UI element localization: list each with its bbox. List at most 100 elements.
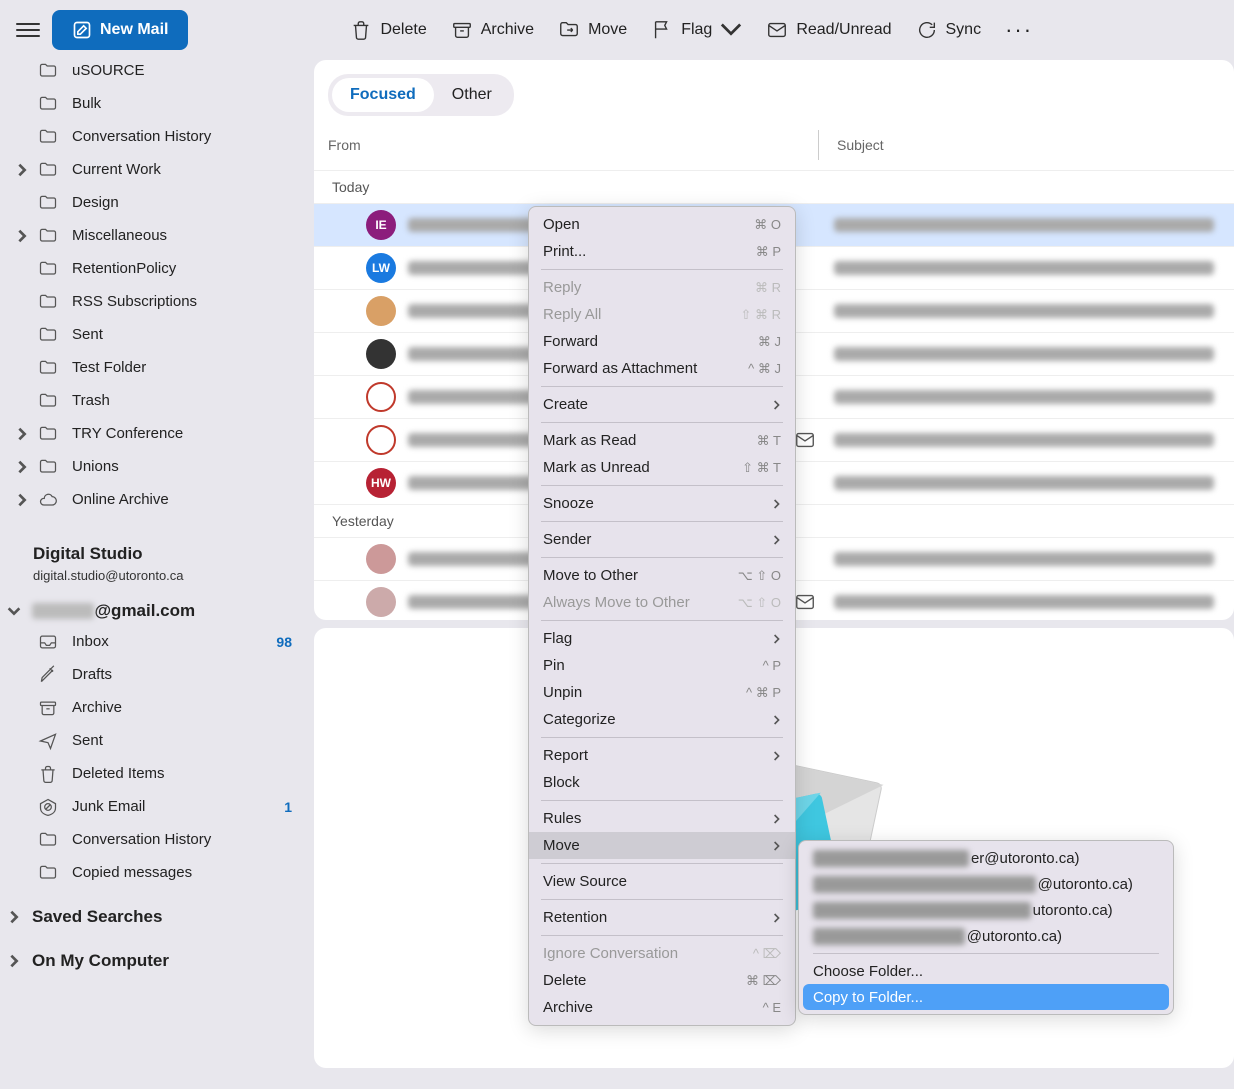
column-from[interactable]: From xyxy=(328,137,818,153)
envelope-open-icon[interactable] xyxy=(794,591,816,613)
menu-label: Mark as Read xyxy=(543,432,757,449)
unread-count: 1 xyxy=(284,799,292,815)
folder-online-archive[interactable]: Online Archive xyxy=(0,483,308,516)
saved-searches[interactable]: Saved Searches xyxy=(0,889,308,933)
read-unread-button[interactable]: Read/Unread xyxy=(766,19,891,41)
envelope-open-icon[interactable] xyxy=(794,429,816,451)
menu-print-[interactable]: Print...⌘ P xyxy=(529,238,795,265)
subject-obscured xyxy=(834,552,1214,566)
flag-icon xyxy=(651,19,673,41)
account-digital-studio[interactable]: Digital Studio digital.studio@utoronto.c… xyxy=(33,544,308,583)
chevron-right-icon xyxy=(773,633,781,645)
folder-conversation-history[interactable]: Conversation History xyxy=(0,823,308,856)
folder-trash[interactable]: Trash xyxy=(0,384,308,417)
menu-forward-as-attachment[interactable]: Forward as Attachment^ ⌘ J xyxy=(529,355,795,382)
folder-sent[interactable]: Sent xyxy=(0,318,308,351)
account-domain: @gmail.com xyxy=(94,601,195,621)
folder-label: Junk Email xyxy=(72,798,284,815)
menu-label: Sender xyxy=(543,531,773,548)
menu-flag[interactable]: Flag xyxy=(529,625,795,652)
move-button[interactable]: Move xyxy=(558,19,627,41)
folder-test-folder[interactable]: Test Folder xyxy=(0,351,308,384)
folder-rss-subscriptions[interactable]: RSS Subscriptions xyxy=(0,285,308,318)
menu-ignore-conversation: Ignore Conversation^ ⌦ xyxy=(529,940,795,967)
folder-bulk[interactable]: Bulk xyxy=(0,87,308,120)
menu-pin[interactable]: Pin^ P xyxy=(529,652,795,679)
folder-unions[interactable]: Unions xyxy=(0,450,308,483)
move-destination[interactable]: Redac redacted.redact@utoronto.ca) xyxy=(803,923,1169,949)
menu-label: Open xyxy=(543,216,754,233)
separator xyxy=(541,422,783,423)
shortcut: ⇧ ⌘ T xyxy=(742,460,781,476)
obscured-text: Redact redacted.redact xyxy=(813,850,969,867)
separator xyxy=(813,953,1159,954)
on-my-computer[interactable]: On My Computer xyxy=(0,933,308,977)
folder-retentionpolicy[interactable]: RetentionPolicy xyxy=(0,252,308,285)
menu-categorize[interactable]: Categorize xyxy=(529,706,795,733)
folder-usource[interactable]: uSOURCE xyxy=(0,54,308,87)
menu-view-source[interactable]: View Source xyxy=(529,868,795,895)
pivot-focused[interactable]: Focused xyxy=(332,78,434,112)
folder-deleted-items[interactable]: Deleted Items xyxy=(0,757,308,790)
menu-mark-as-read[interactable]: Mark as Read⌘ T xyxy=(529,427,795,454)
more-button[interactable]: ··· xyxy=(1005,17,1033,43)
folder-current-work[interactable]: Current Work xyxy=(0,153,308,186)
archive-button[interactable]: Archive xyxy=(451,19,534,41)
menu-label: Categorize xyxy=(543,711,773,728)
sync-button[interactable]: Sync xyxy=(916,19,982,41)
menu-archive[interactable]: Archive^ E xyxy=(529,994,795,1021)
menu-delete[interactable]: Delete⌘ ⌦ xyxy=(529,967,795,994)
menu-open[interactable]: Open⌘ O xyxy=(529,211,795,238)
folder-design[interactable]: Design xyxy=(0,186,308,219)
folder-label: Unions xyxy=(72,458,308,475)
unread-count: 98 xyxy=(276,634,292,650)
pivot-other[interactable]: Other xyxy=(434,78,510,112)
folder-sent[interactable]: Sent xyxy=(0,724,308,757)
shortcut: ^ ⌘ P xyxy=(746,685,781,701)
folder-icon xyxy=(38,457,58,477)
folder-label: Design xyxy=(72,194,308,211)
menu-unpin[interactable]: Unpin^ ⌘ P xyxy=(529,679,795,706)
context-menu: Open⌘ OPrint...⌘ PReply⌘ RReply All⇧ ⌘ R… xyxy=(528,206,796,1026)
column-subject[interactable]: Subject xyxy=(837,137,884,153)
account-gmail[interactable]: redacted @gmail.com xyxy=(0,585,308,625)
menu-create[interactable]: Create xyxy=(529,391,795,418)
menu-mark-as-unread[interactable]: Mark as Unread⇧ ⌘ T xyxy=(529,454,795,481)
delete-button[interactable]: Delete xyxy=(350,19,426,41)
folder-junk-email[interactable]: Junk Email1 xyxy=(0,790,308,823)
obscured-text: REDA Redacte redacted.redacte xyxy=(813,902,1031,919)
folder-drafts[interactable]: Drafts xyxy=(0,658,308,691)
folder-conversation-history[interactable]: Conversation History xyxy=(0,120,308,153)
move-destination[interactable]: REDA Redacte redacted.redacteutoronto.ca… xyxy=(803,897,1169,923)
menu-label: Block xyxy=(543,774,781,791)
menu-report[interactable]: Report xyxy=(529,742,795,769)
archive-icon xyxy=(38,698,58,718)
hamburger-menu[interactable] xyxy=(16,18,40,42)
shortcut: ⌘ T xyxy=(757,433,781,449)
folder-label: Drafts xyxy=(72,666,308,683)
choose-folder-item[interactable]: Choose Folder... xyxy=(803,958,1169,984)
folder-archive[interactable]: Archive xyxy=(0,691,308,724)
folder-miscellaneous[interactable]: Miscellaneous xyxy=(0,219,308,252)
avatar: LW xyxy=(366,253,396,283)
move-destination[interactable]: Redact redacted.redacter@utoronto.ca) xyxy=(803,845,1169,871)
menu-rules[interactable]: Rules xyxy=(529,805,795,832)
copy-to-folder-item[interactable]: Copy to Folder... xyxy=(803,984,1169,1010)
menu-retention[interactable]: Retention xyxy=(529,904,795,931)
menu-sender[interactable]: Sender xyxy=(529,526,795,553)
folder-label: Sent xyxy=(72,326,308,343)
menu-forward[interactable]: Forward⌘ J xyxy=(529,328,795,355)
menu-label: Mark as Unread xyxy=(543,459,742,476)
menu-move-to-other[interactable]: Move to Other⌥ ⇧ O xyxy=(529,562,795,589)
menu-block[interactable]: Block xyxy=(529,769,795,796)
menu-move[interactable]: Move xyxy=(529,832,795,859)
new-mail-button[interactable]: New Mail xyxy=(52,10,188,50)
move-destination[interactable]: Redac . redacted redacted.redact@utoront… xyxy=(803,871,1169,897)
menu-label: Archive xyxy=(543,999,763,1016)
menu-snooze[interactable]: Snooze xyxy=(529,490,795,517)
folder-try-conference[interactable]: TRY Conference xyxy=(0,417,308,450)
flag-button[interactable]: Flag xyxy=(651,19,742,41)
folder-copied-messages[interactable]: Copied messages xyxy=(0,856,308,889)
obscured-text: Redac . redacted redacted.redact xyxy=(813,876,1036,893)
folder-inbox[interactable]: Inbox98 xyxy=(0,625,308,658)
